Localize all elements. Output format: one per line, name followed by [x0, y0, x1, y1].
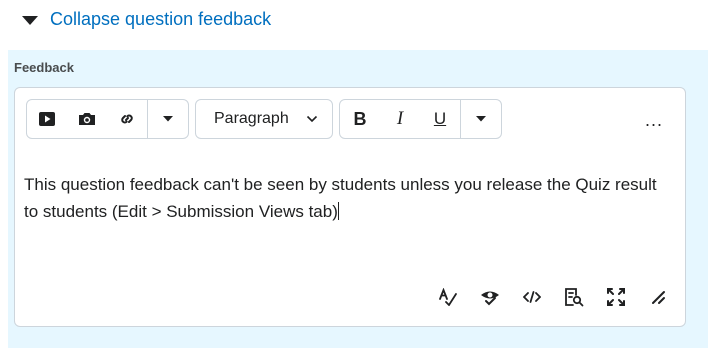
- italic-button[interactable]: I: [380, 100, 420, 138]
- text-style-group: B I U: [339, 99, 502, 139]
- text-style-more-dropdown[interactable]: [460, 100, 501, 138]
- block-format-select[interactable]: Paragraph: [196, 100, 332, 138]
- camera-icon: [77, 111, 97, 127]
- resize-handle[interactable]: [643, 288, 673, 310]
- more-actions-button[interactable]: ...: [645, 110, 663, 131]
- spellcheck-icon: [438, 287, 458, 311]
- insert-more-dropdown[interactable]: [147, 100, 188, 138]
- feedback-label: Feedback: [14, 60, 74, 75]
- caret-down-icon: [22, 16, 38, 25]
- feedback-panel: Feedback Paragraph B I U ... This questi…: [8, 50, 708, 348]
- text-cursor: [337, 202, 339, 220]
- preview-icon: [564, 287, 584, 312]
- bold-button[interactable]: B: [340, 100, 380, 138]
- accessibility-check-button[interactable]: [475, 288, 505, 310]
- insert-link-button[interactable]: [107, 100, 147, 138]
- spellcheck-button[interactable]: [433, 287, 463, 311]
- insert-image-button[interactable]: [67, 100, 107, 138]
- format-group: Paragraph: [195, 99, 333, 139]
- chevron-down-icon: [475, 115, 487, 123]
- link-icon: [118, 110, 136, 128]
- editor-status-bar: [433, 287, 673, 312]
- collapse-feedback-toggle[interactable]: Collapse question feedback: [22, 9, 271, 30]
- chevron-down-icon: [162, 115, 174, 123]
- insert-video-button[interactable]: [27, 100, 67, 138]
- insert-group: [26, 99, 189, 139]
- feedback-editor[interactable]: Paragraph B I U ... This question feedba…: [14, 87, 686, 327]
- resize-handle-icon: [650, 289, 666, 310]
- fullscreen-icon: [607, 287, 625, 311]
- preview-button[interactable]: [559, 287, 589, 312]
- editor-toolbar: Paragraph B I U: [26, 99, 502, 139]
- collapse-feedback-label: Collapse question feedback: [50, 9, 272, 29]
- underline-button[interactable]: U: [420, 100, 460, 138]
- feedback-text-area[interactable]: This question feedback can't be seen by …: [24, 171, 664, 225]
- block-format-value: Paragraph: [214, 110, 289, 127]
- chevron-down-icon: [306, 115, 318, 123]
- fullscreen-button[interactable]: [601, 287, 631, 311]
- feedback-text: This question feedback can't be seen by …: [24, 175, 657, 221]
- source-code-button[interactable]: [517, 288, 547, 310]
- source-code-icon: [522, 290, 542, 308]
- video-icon: [38, 111, 56, 127]
- accessibility-check-icon: [480, 287, 500, 312]
